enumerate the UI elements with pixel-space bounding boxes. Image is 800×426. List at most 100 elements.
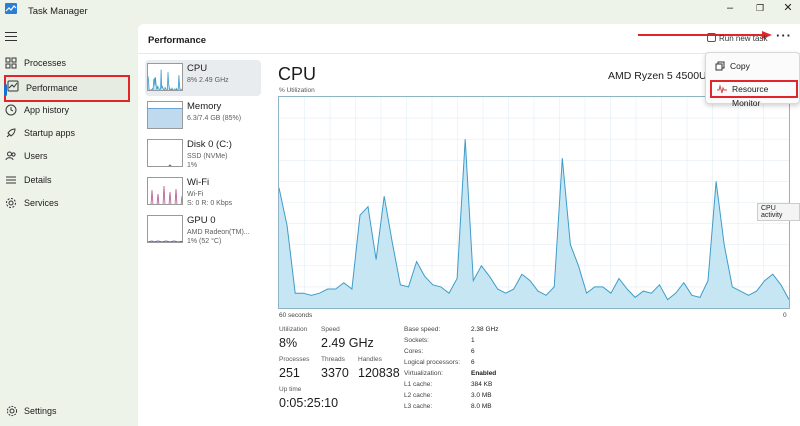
device-name: GPU 0 (187, 215, 216, 226)
device-disk[interactable]: Disk 0 (C:) SSD (NVMe) 1% (145, 136, 261, 172)
sidebar-item-label: Performance (26, 83, 78, 93)
spec-key: Cores: (404, 348, 424, 355)
title-bar: Task Manager – ❐ ✕ (0, 0, 800, 24)
device-sub: 8% 2.49 GHz (187, 77, 229, 84)
gear-icon (6, 405, 18, 417)
time-axis-start: 60 seconds (279, 312, 313, 319)
threads-label: Threads (321, 356, 345, 363)
menu-item-copy[interactable]: Copy (710, 57, 798, 75)
run-new-task-label: Run new task (719, 34, 768, 43)
more-options-menu: Copy Resource Monitor (705, 52, 800, 108)
close-icon[interactable]: ✕ (774, 0, 800, 18)
device-sub: S: 0 R: 0 Kbps (187, 200, 233, 207)
device-memory[interactable]: Memory 6.3/7.4 GB (85%) (145, 98, 261, 134)
sidebar-item-processes[interactable]: Processes (4, 52, 130, 74)
cpu-activity-tooltip: CPU activity (757, 203, 800, 221)
spec-value: 384 KB (471, 381, 493, 388)
spec-key: L3 cache: (404, 403, 433, 410)
spec-value: 6 (471, 359, 475, 366)
sidebar-item-details[interactable]: Details (4, 169, 130, 191)
spec-key: Sockets: (404, 337, 429, 344)
resource-monitor-icon (717, 84, 727, 94)
device-sub: 1% (52 °C) (187, 238, 222, 245)
spec-key: Logical processors: (404, 359, 460, 366)
services-icon (6, 198, 16, 208)
startup-apps-icon (6, 128, 16, 138)
more-options-button[interactable]: ··· (776, 28, 792, 43)
time-axis-end: 0 (783, 312, 787, 319)
sidebar-item-label: App history (24, 105, 70, 115)
device-name: Disk 0 (C:) (187, 139, 232, 150)
details-icon (6, 176, 16, 184)
copy-icon (715, 61, 725, 71)
spec-key: Base speed: (404, 326, 441, 333)
maximize-icon[interactable]: ❐ (746, 0, 774, 18)
gpu-thumbnail (147, 215, 183, 243)
main-header: Performance Run new task ··· (138, 24, 800, 54)
run-task-icon (707, 33, 716, 42)
sidebar-item-label: Users (24, 151, 48, 161)
sidebar-item-settings[interactable]: Settings (4, 404, 57, 418)
sidebar-item-app-history[interactable]: App history (4, 99, 130, 121)
device-name: Wi-Fi (187, 177, 210, 188)
processes-label: Processes (279, 356, 310, 363)
cpu-utilization-graph (278, 96, 790, 309)
device-sub: SSD (NVMe) (187, 153, 228, 160)
main-panel: Performance Run new task ··· CPU 8% 2.49… (138, 24, 800, 426)
device-sub: AMD Radeon(TM)... (187, 229, 250, 236)
processes-value: 251 (279, 366, 300, 380)
page-title: Performance (148, 35, 207, 46)
disk-thumbnail (147, 139, 183, 167)
device-cpu[interactable]: CPU 8% 2.49 GHz (145, 60, 261, 96)
spec-key: L1 cache: (404, 381, 433, 388)
minimize-icon[interactable]: – (716, 0, 744, 18)
menu-item-resource-monitor[interactable]: Resource Monitor (710, 80, 798, 108)
cpu-thumbnail (147, 63, 183, 91)
utilization-label: Utilization (279, 326, 308, 333)
handles-value: 120838 (358, 366, 400, 380)
device-name: Memory (187, 101, 222, 112)
device-sub: Wi-Fi (187, 191, 204, 198)
device-sub: 6.3/7.4 GB (85%) (187, 115, 242, 122)
spec-value: 1 (471, 337, 475, 344)
spec-value: 8.0 MB (471, 403, 492, 410)
sidebar: Processes Performance App history Startu… (0, 24, 138, 426)
uptime-value: 0:05:25:10 (279, 396, 339, 410)
sidebar-item-label: Services (24, 198, 59, 208)
hamburger-menu-icon[interactable] (5, 32, 17, 42)
spec-value: 6 (471, 348, 475, 355)
window-title: Task Manager (28, 6, 88, 17)
utilization-value: 8% (279, 336, 298, 350)
menu-item-label: Copy (730, 61, 750, 71)
device-sub: 1% (187, 162, 198, 169)
run-new-task-button[interactable]: Run new task (707, 33, 767, 43)
spec-value: 3.0 MB (471, 392, 492, 399)
memory-thumbnail (147, 101, 183, 129)
sidebar-item-users[interactable]: Users (4, 145, 130, 167)
spec-key: Virtualization: (404, 370, 443, 377)
speed-label: Speed (321, 326, 340, 333)
utilization-axis-label: % Utilization (279, 87, 315, 94)
speed-value: 2.49 GHz (321, 336, 374, 350)
sidebar-item-startup-apps[interactable]: Startup apps (4, 122, 130, 144)
device-name: CPU (187, 63, 208, 74)
device-wifi[interactable]: Wi-Fi Wi-Fi S: 0 R: 0 Kbps (145, 174, 261, 210)
threads-value: 3370 (321, 366, 349, 380)
uptime-label: Up time (279, 386, 302, 393)
cpu-heading: CPU (278, 64, 317, 84)
sidebar-item-services[interactable]: Services (4, 192, 130, 214)
spec-key: L2 cache: (404, 392, 433, 399)
handles-label: Handles (358, 356, 382, 363)
users-icon (5, 151, 16, 161)
performance-icon (7, 80, 19, 92)
device-gpu[interactable]: GPU 0 AMD Radeon(TM)... 1% (52 °C) (145, 212, 261, 248)
task-manager-icon (5, 3, 17, 14)
sidebar-item-label: Startup apps (24, 128, 76, 138)
spec-value: 2.38 GHz (471, 326, 499, 333)
settings-label: Settings (24, 406, 57, 416)
app-history-icon (5, 104, 17, 116)
cpu-utilization-line (148, 69, 182, 90)
spec-value: Enabled (471, 370, 497, 377)
processes-icon (5, 57, 17, 69)
sidebar-item-performance[interactable]: Performance (4, 75, 130, 102)
